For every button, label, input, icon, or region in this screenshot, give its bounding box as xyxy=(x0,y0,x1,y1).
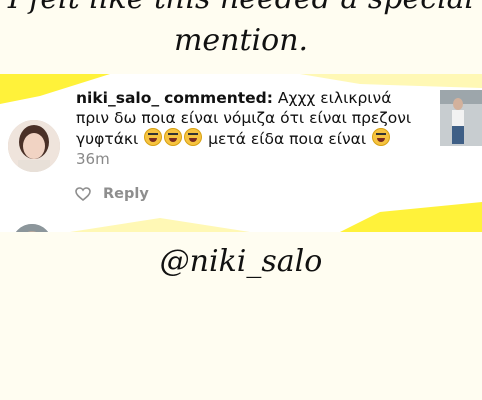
laughing-emoji-icon xyxy=(184,128,203,146)
laughing-emoji-icon xyxy=(164,128,183,146)
laughing-emoji-icon xyxy=(372,128,391,146)
comment-username[interactable]: niki_salo_ xyxy=(76,89,159,107)
comment-text-continued: μετά είδα ποια είναι xyxy=(208,130,367,148)
caption-top-line-1: I felt like this needed a special xyxy=(0,0,482,16)
comment-body: niki_salo_ commented: Αχχχ ειλικρινά πρι… xyxy=(76,88,428,169)
comment-action: commented: xyxy=(164,89,273,107)
post-thumbnail-image xyxy=(440,90,482,146)
post-thumbnail[interactable] xyxy=(440,90,482,146)
avatar[interactable] xyxy=(8,120,60,172)
laughing-emoji-icon xyxy=(144,128,163,146)
caption-top-line-2: mention. xyxy=(173,23,309,58)
emoji-group xyxy=(143,128,208,148)
yellow-stripe-bottom xyxy=(70,202,482,232)
caption-bottom: @niki_salo xyxy=(159,244,323,279)
comment-card: niki_salo_ commented: Αχχχ ειλικρινά πρι… xyxy=(0,74,482,232)
comment-timestamp: 36m xyxy=(76,150,110,168)
avatar-image xyxy=(8,120,60,172)
